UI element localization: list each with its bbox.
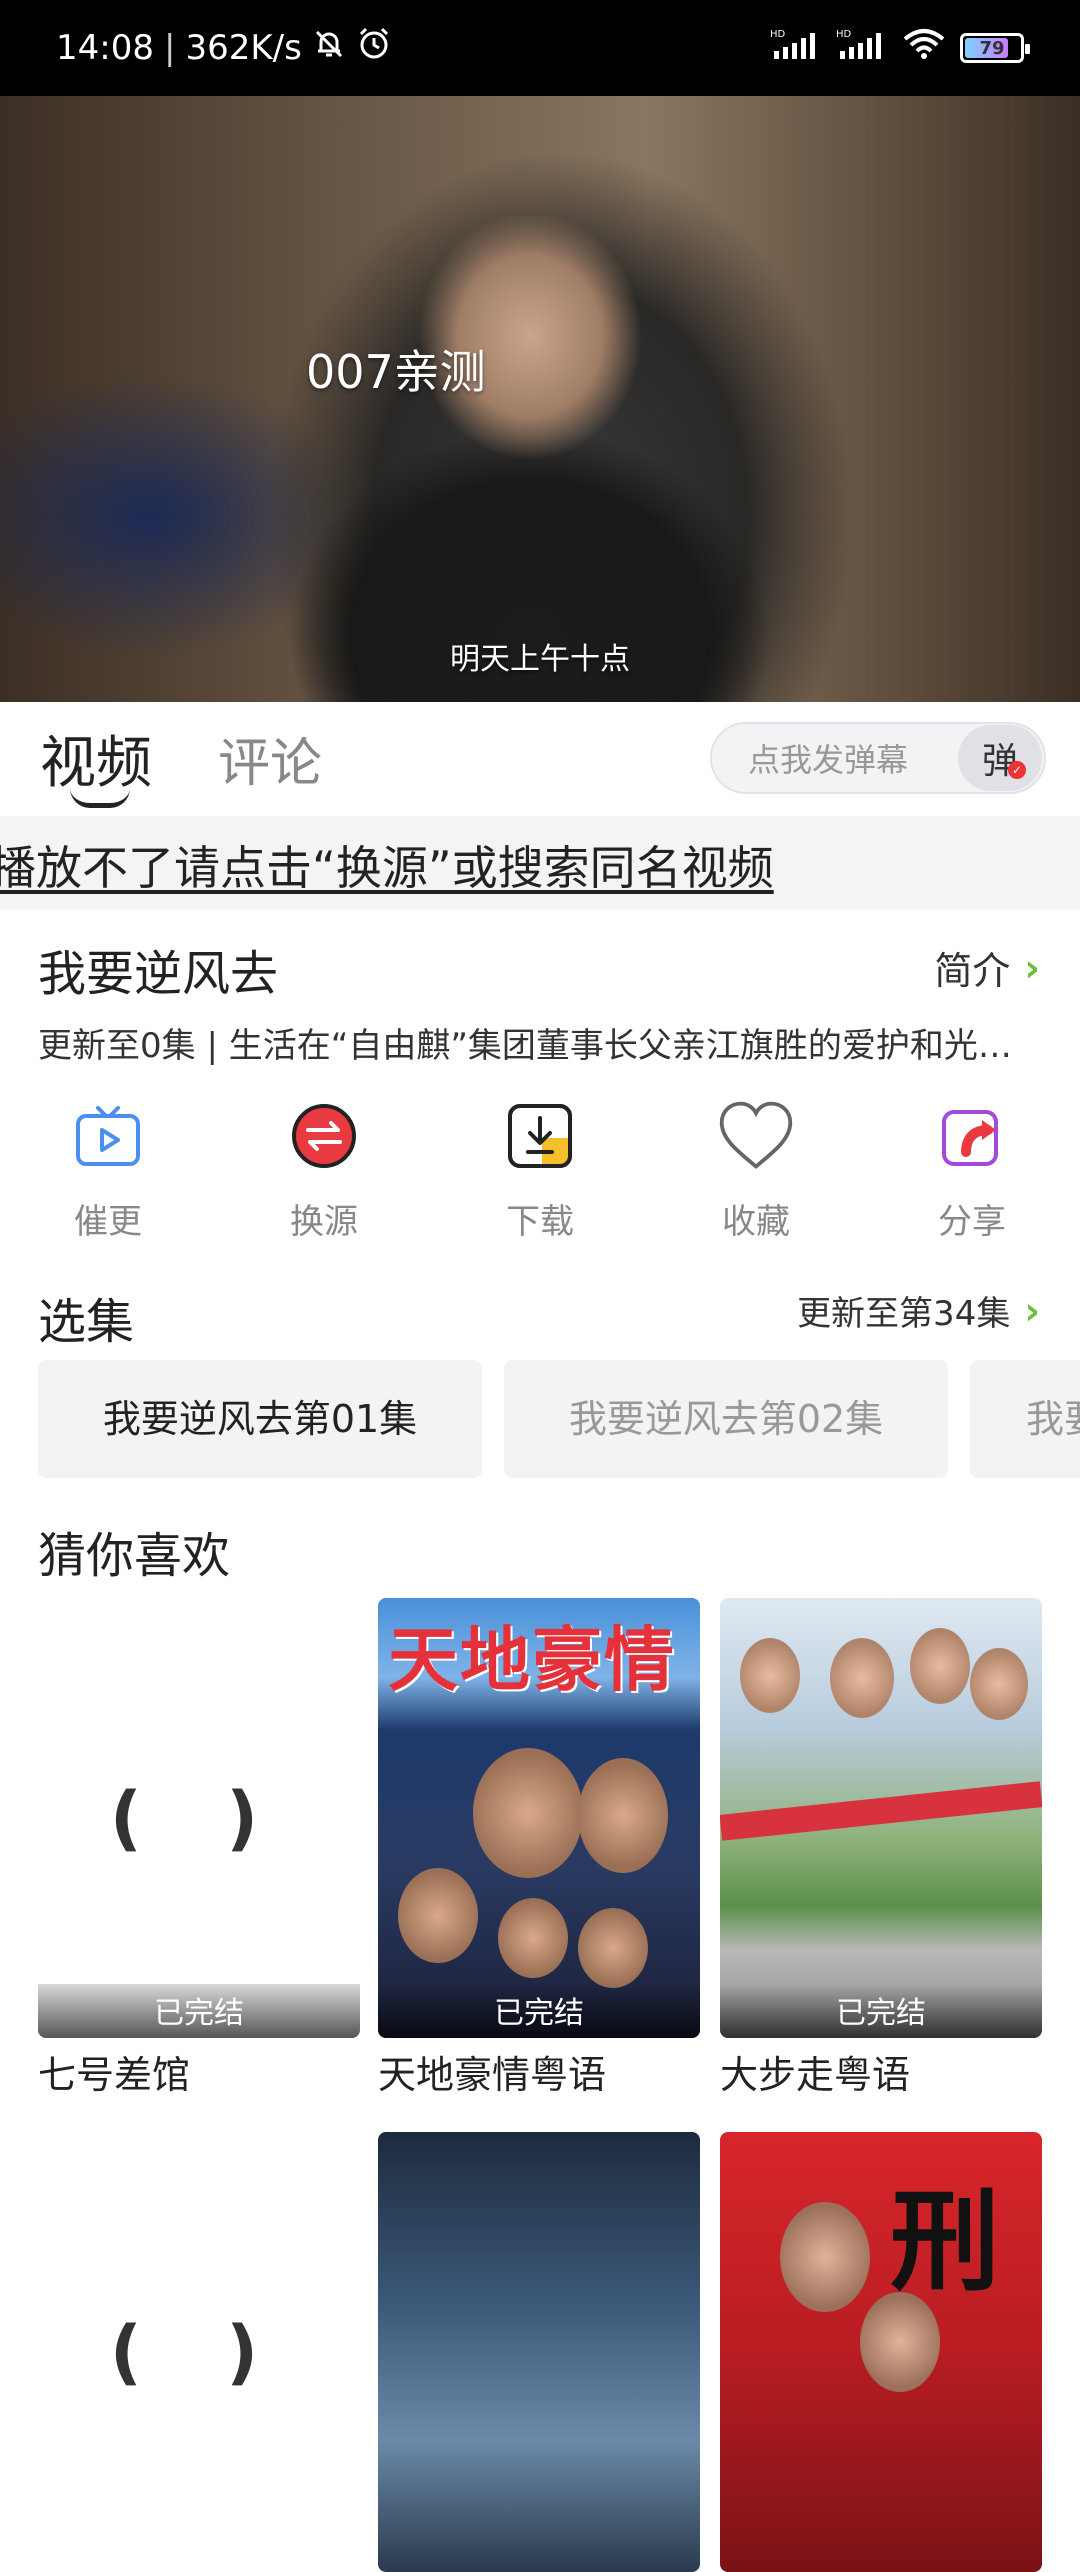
episodes-update-label: 更新至第34集 [797, 1294, 1011, 1334]
switch-source-icon [284, 1096, 364, 1176]
recommend-card[interactable]: 已完结 大步走粤语 [720, 1598, 1042, 2099]
network-speed: 362K/s [185, 28, 302, 68]
poster-title: 天地豪情 [388, 1619, 676, 1701]
poster-face [578, 1908, 648, 1988]
tab-bar: 视频 评论 点我发弹幕 弹 ✓ [0, 702, 1080, 814]
poster-face [498, 1898, 568, 1978]
recommend-card[interactable]: 刑 [720, 2132, 1042, 2572]
recommend-card[interactable]: 天地豪情 已完结 天地豪情粤语 [378, 1598, 700, 2099]
switch-source-label: 换源 [290, 1202, 358, 1242]
check-badge-icon: ✓ [1008, 761, 1026, 779]
show-title: 我要逆风去 [38, 946, 279, 1002]
share-label: 分享 [938, 1202, 1006, 1242]
recommend-name: 大步走粤语 [720, 2053, 911, 2097]
danmu-placeholder: 点我发弹幕 [748, 741, 909, 779]
notice-text: 播放不了请点击“换源”或搜索同名视频 [0, 841, 774, 895]
poster-face [910, 1628, 970, 1704]
battery-icon: 79 [960, 33, 1030, 63]
episode-item-1[interactable]: 我要逆风去第01集 [38, 1360, 482, 1478]
poster-image: 刑 [720, 2132, 1042, 2572]
signal-icon-1: HD [770, 27, 822, 70]
poster-face [860, 2292, 940, 2392]
tab-comments-label: 评论 [218, 733, 323, 794]
recommend-card[interactable]: ( ) 已完结 七号差馆 [38, 1598, 360, 2099]
recommend-name: 七号差馆 [38, 2053, 191, 2097]
alarm-icon [356, 26, 392, 71]
poster-ribbon [720, 1781, 1042, 1841]
download-icon [500, 1096, 580, 1176]
episode-item-2[interactable]: 我要逆风去第02集 [504, 1360, 948, 1478]
chevron-right-icon: › [1024, 945, 1040, 990]
video-watermark: 007亲测 [306, 345, 486, 399]
switch-source-button[interactable]: 换源 [216, 1096, 432, 1246]
poster-image: ( ) 已完结 [38, 1598, 360, 2038]
action-bar: 催更 换源 下载 收藏 分享 [0, 1096, 1080, 1246]
tab-active-indicator [70, 788, 130, 808]
episode-item-3[interactable]: 我要 [970, 1360, 1080, 1478]
status-badge: 已完结 [38, 1984, 360, 2038]
video-frame [250, 216, 810, 702]
svg-text:HD: HD [770, 29, 786, 40]
tab-video[interactable]: 视频 [40, 718, 152, 808]
heart-icon [716, 1096, 796, 1176]
signal-icon-2: HD [836, 27, 888, 70]
share-icon [932, 1096, 1012, 1176]
intro-label: 简介 [934, 949, 1011, 993]
show-description: 更新至0集 | 生活在“自由麒”集团董事长父亲江旗胜的爱护和光… [38, 1026, 1012, 1066]
status-badge: 已完结 [720, 1984, 1042, 2038]
recommend-name: 天地豪情粤语 [378, 2053, 607, 2097]
mute-bell-icon [312, 27, 346, 70]
tab-comments[interactable]: 评论 [218, 721, 322, 796]
poster-image [378, 2132, 700, 2572]
poster-face [578, 1758, 668, 1873]
video-subtitle: 明天上午十点 [450, 642, 630, 677]
loading-spinner-icon: ( ) [109, 2311, 289, 2393]
poster-face [830, 1638, 894, 1718]
favorite-label: 收藏 [722, 1202, 790, 1242]
episodes-more-link[interactable]: 更新至第34集 › [797, 1286, 1040, 1335]
recommend-card[interactable]: ( ) [38, 2132, 360, 2572]
poster-face [780, 2202, 870, 2312]
poster-image: 天地豪情 已完结 [378, 1598, 700, 2038]
poster-face [398, 1868, 478, 1963]
download-label: 下载 [506, 1202, 574, 1242]
tab-video-label: 视频 [40, 730, 152, 796]
battery-level: 79 [979, 37, 1005, 59]
favorite-button[interactable]: 收藏 [648, 1096, 864, 1246]
poster-image: ( ) [38, 2132, 360, 2572]
episodes-title: 选集 [38, 1294, 135, 1350]
episode-list: 我要逆风去第01集我要逆风去第02集我要 [38, 1360, 1080, 1480]
urge-update-label: 催更 [74, 1202, 142, 1242]
poster-title: 刑 [890, 2178, 1000, 2306]
status-badge: 已完结 [378, 1984, 700, 2038]
intro-link[interactable]: 简介 › [934, 940, 1040, 995]
clock: 14:08 [56, 28, 154, 68]
video-player[interactable]: 007亲测 明天上午十点 [0, 96, 1080, 702]
svg-text:HD: HD [836, 29, 852, 40]
poster-face [473, 1748, 583, 1878]
wifi-icon [902, 27, 946, 70]
loading-spinner-icon: ( ) [109, 1777, 289, 1859]
danmu-input[interactable]: 点我发弹幕 弹 ✓ [710, 722, 1046, 794]
chevron-right-icon: › [1024, 1288, 1040, 1333]
poster-face [970, 1648, 1028, 1720]
danmu-toggle-button[interactable]: 弹 ✓ [958, 725, 1042, 791]
poster-face [740, 1638, 800, 1713]
recommend-card[interactable] [378, 2132, 700, 2572]
status-bar: 14:08 | 362K/s HD HD 79 [0, 0, 1080, 96]
urge-update-button[interactable]: 催更 [0, 1096, 216, 1246]
download-button[interactable]: 下载 [432, 1096, 648, 1246]
poster-image: 已完结 [720, 1598, 1042, 2038]
separator: | [163, 28, 176, 68]
share-button[interactable]: 分享 [864, 1096, 1080, 1246]
notice-banner[interactable]: 播放不了请点击“换源”或搜索同名视频 [0, 816, 1080, 910]
recommend-title: 猜你喜欢 [38, 1528, 231, 1584]
tv-play-icon [68, 1096, 148, 1176]
